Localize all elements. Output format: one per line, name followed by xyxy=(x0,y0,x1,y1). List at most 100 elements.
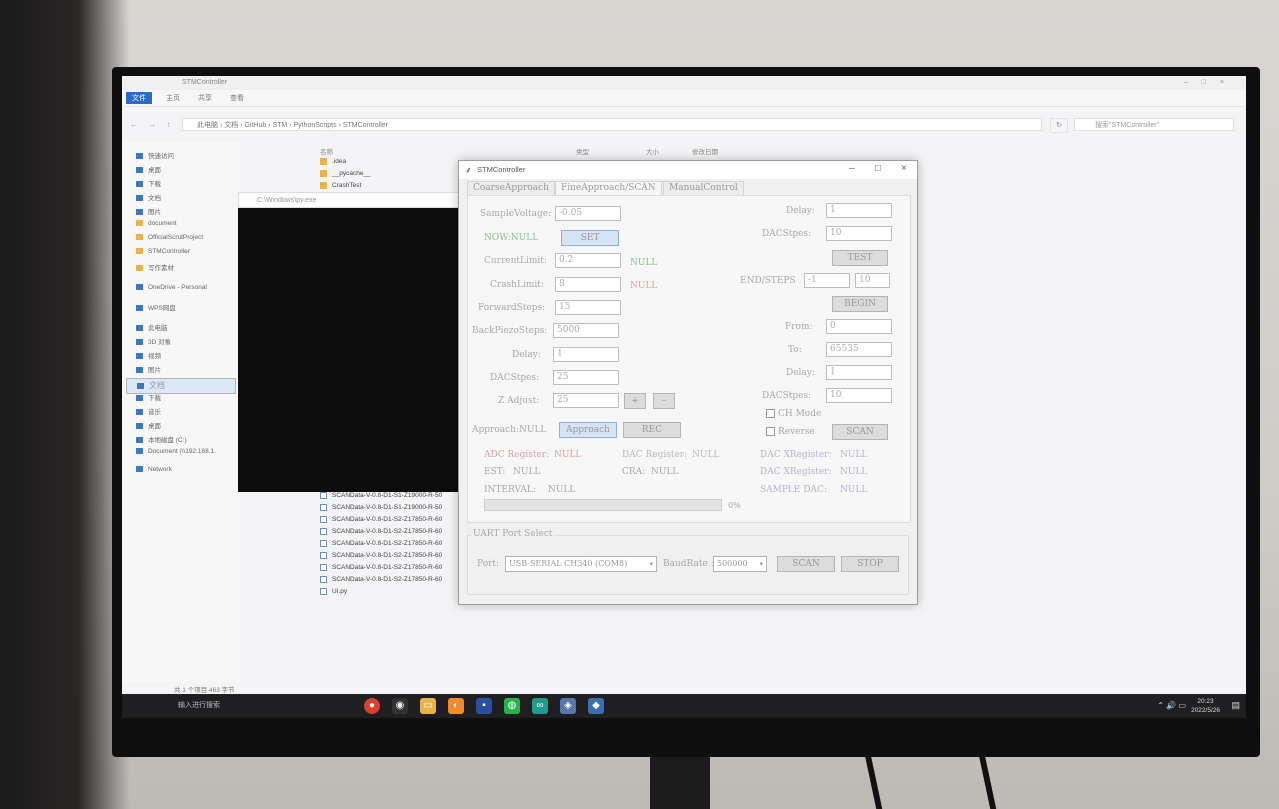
python-idle-icon[interactable]: ◈ xyxy=(560,698,576,714)
port-select[interactable]: USB-SERIAL CH340 (COM8) ▾ xyxy=(505,556,657,572)
back-piezo-steps-input[interactable]: 5000 xyxy=(553,323,619,338)
column-size[interactable]: 大小 xyxy=(646,146,659,156)
list-item[interactable]: UI.py xyxy=(320,588,347,595)
app-icon[interactable]: ◐ xyxy=(448,698,464,714)
ribbon-tab-file[interactable]: 文件 xyxy=(126,92,152,104)
list-item[interactable]: .idea xyxy=(320,158,346,165)
from-input[interactable]: 0 xyxy=(826,319,892,334)
nav-this-pc[interactable]: 此电脑 xyxy=(136,322,168,332)
tab-coarse-approach[interactable]: CoarseApproach xyxy=(467,181,555,195)
z-adjust-input[interactable]: 25 xyxy=(553,393,619,408)
arduino-icon[interactable]: ∞ xyxy=(532,698,548,714)
tab-manual-control[interactable]: ManualControl xyxy=(663,181,744,195)
file-explorer-icon[interactable]: ▭ xyxy=(420,698,436,714)
nav-network[interactable]: Network xyxy=(136,466,172,473)
nav-network-drive[interactable]: Document (\\192.168.1. xyxy=(136,448,216,455)
terminal-window[interactable] xyxy=(238,208,472,492)
crash-limit-input[interactable]: 8 xyxy=(555,277,621,292)
nav-arrows[interactable]: ← → ↑ xyxy=(130,120,174,129)
list-item[interactable]: SCANData-V-0.8-D1-S2-Z17850-R-60 xyxy=(320,552,442,559)
scan-dacstpes-input[interactable]: 10 xyxy=(826,388,892,403)
nav-local-disk[interactable]: 本地磁盘 (C:) xyxy=(136,434,187,444)
list-item[interactable]: SCANData-V-0.8-D1-S1-Z19000-R-50 xyxy=(320,504,442,511)
network-drive-icon xyxy=(136,448,143,455)
nav-documents[interactable]: 文档 xyxy=(136,192,161,202)
end-input[interactable]: -1 xyxy=(804,273,850,288)
chrome-icon[interactable]: ● xyxy=(364,698,380,714)
address-bar[interactable]: 此电脑 › 文档 › GitHub › STM › PythonScripts … xyxy=(182,118,1042,131)
scan-button[interactable]: SCAN xyxy=(832,424,888,440)
forward-steps-input[interactable]: 15 xyxy=(555,300,621,315)
dac-register-value: NULL xyxy=(692,450,720,460)
wechat-icon[interactable]: ◍ xyxy=(504,698,520,714)
list-item[interactable]: SCANData-V-0.8-D1-S2-Z17850-R-60 xyxy=(320,564,442,571)
ribbon-tab-home[interactable]: 主页 xyxy=(166,93,180,103)
nav-3d-objects[interactable]: 3D 对象 xyxy=(136,336,171,346)
right-delay-input[interactable]: 1 xyxy=(826,203,892,218)
close-button[interactable]: × xyxy=(901,163,907,174)
list-item[interactable]: SCANData-V-0.8-D1-S2-Z17850-R-60 xyxy=(320,528,442,535)
app-icon[interactable]: ▪ xyxy=(476,698,492,714)
list-item[interactable]: SCANData-V-0.8-D1-S2-Z17850-R-60 xyxy=(320,540,442,547)
rec-button[interactable]: REC xyxy=(623,422,681,438)
column-type[interactable]: 类型 xyxy=(576,146,589,156)
uart-scan-button[interactable]: SCAN xyxy=(777,556,835,572)
list-item[interactable]: __pycache__ xyxy=(320,170,371,177)
steps-input[interactable]: 10 xyxy=(855,273,890,288)
nav-folder-document[interactable]: document xyxy=(136,220,177,227)
nav-videos[interactable]: 视频 xyxy=(136,350,161,360)
stm-titlebar[interactable]: ⸙ STMController – □ × xyxy=(459,161,917,179)
column-modified[interactable]: 修改日期 xyxy=(692,146,718,156)
search-input[interactable]: 搜索"STMController" xyxy=(1074,118,1234,131)
nav-music[interactable]: 音乐 xyxy=(136,406,161,416)
begin-button[interactable]: BEGIN xyxy=(832,296,888,312)
ribbon-tab-view[interactable]: 查看 xyxy=(230,93,244,103)
nav-desktop-2[interactable]: 桌面 xyxy=(136,420,161,430)
system-tray[interactable]: ⌃ 🔊 ▭ xyxy=(1157,701,1186,710)
z-plus-button[interactable]: + xyxy=(624,393,646,409)
nav-wps[interactable]: WPS网盘 xyxy=(136,302,176,312)
list-item[interactable]: SCANData-V-0.8-D1-S2-Z17850-R-60 xyxy=(320,576,442,583)
refresh-icon[interactable]: ↻ xyxy=(1050,118,1068,133)
explorer-window-controls[interactable]: –□× xyxy=(1184,76,1238,90)
nav-folder-official[interactable]: OfficialScrutProject xyxy=(136,234,203,241)
nav-desktop[interactable]: 桌面 xyxy=(136,164,161,174)
maximize-button[interactable]: □ xyxy=(875,163,881,174)
left-dacstpes-input[interactable]: 25 xyxy=(553,370,619,385)
test-button[interactable]: TEST xyxy=(832,250,888,266)
z-minus-button[interactable]: – xyxy=(653,393,675,409)
nav-downloads-2[interactable]: 下载 xyxy=(136,392,161,402)
ch-mode-checkbox[interactable]: CH Mode xyxy=(766,409,821,419)
left-delay-input[interactable]: 1 xyxy=(553,347,619,362)
baud-select[interactable]: 500000 ▾ xyxy=(713,556,767,572)
nav-folder-writing[interactable]: 写作素材 xyxy=(136,262,174,272)
list-item[interactable]: CrashTest xyxy=(320,182,361,189)
set-button[interactable]: SET xyxy=(561,230,619,246)
minimize-button[interactable]: – xyxy=(849,163,855,174)
clock[interactable]: 20:23 2022/5/26 xyxy=(1191,697,1220,715)
tab-fine-approach-scan[interactable]: FineApproach/SCAN xyxy=(555,181,662,196)
uart-stop-button[interactable]: STOP xyxy=(841,556,899,572)
github-icon[interactable]: ◉ xyxy=(392,698,408,714)
nav-quick-access[interactable]: 快速访问 xyxy=(136,150,174,160)
approach-button[interactable]: Approach xyxy=(559,422,617,438)
taskbar-search[interactable]: 输入进行搜索 xyxy=(178,700,220,710)
python-icon[interactable]: ◆ xyxy=(588,698,604,714)
nav-onedrive[interactable]: OneDrive - Personal xyxy=(136,284,207,291)
nav-pictures[interactable]: 图片 xyxy=(136,206,161,216)
nav-folder-stmcontroller[interactable]: STMController xyxy=(136,248,190,255)
scan-delay-input[interactable]: 1 xyxy=(826,365,892,380)
list-item[interactable]: SCANData-V-0.8-D1-S1-Z19000-R-50 xyxy=(320,492,442,499)
right-dacstpes-input[interactable]: 10 xyxy=(826,226,892,241)
sample-voltage-input[interactable]: -0.05 xyxy=(555,206,621,221)
nav-pictures-2[interactable]: 图片 xyxy=(136,364,161,374)
nav-downloads[interactable]: 下载 xyxy=(136,178,161,188)
ribbon-tab-share[interactable]: 共享 xyxy=(198,93,212,103)
notification-icon[interactable]: ▤ xyxy=(1231,700,1240,711)
to-input[interactable]: 65535 xyxy=(826,342,892,357)
terminal-titlebar[interactable]: C:\Windows\py.exe xyxy=(238,192,472,208)
current-limit-input[interactable]: 0.2 xyxy=(555,253,621,268)
reverse-checkbox[interactable]: Reverse xyxy=(766,427,815,437)
column-name[interactable]: 名称 xyxy=(320,146,333,156)
list-item[interactable]: SCANData-V-0.8-D1-S2-Z17850-R-60 xyxy=(320,516,442,523)
